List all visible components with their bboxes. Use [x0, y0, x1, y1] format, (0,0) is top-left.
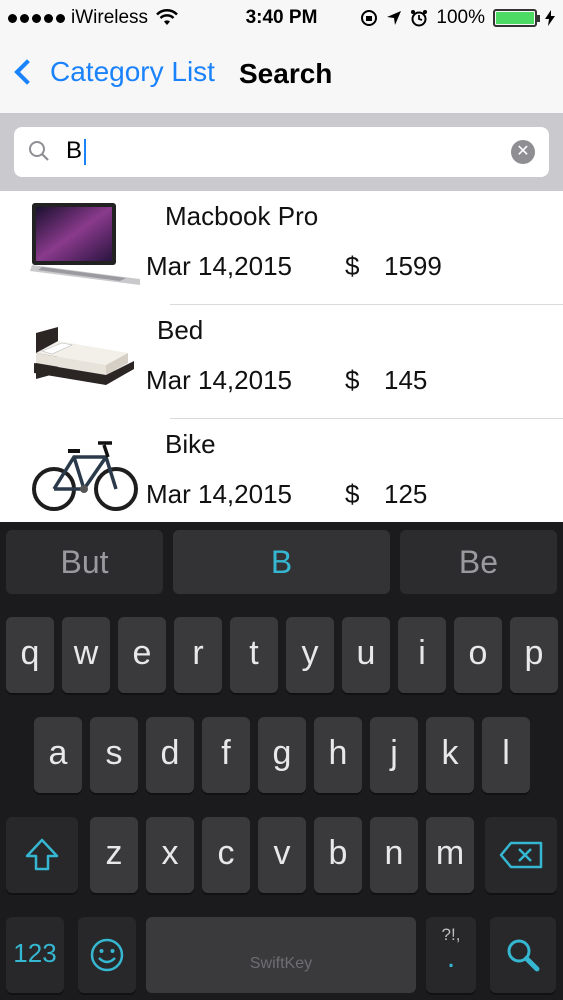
- item-date: Mar 14,2015: [146, 479, 292, 509]
- location-arrow-icon: [387, 11, 402, 25]
- item-price: 145: [384, 365, 428, 395]
- item-currency: $: [345, 251, 360, 281]
- search-icon: [29, 141, 49, 161]
- key-u[interactable]: u: [342, 617, 390, 693]
- battery-percent: 100%: [436, 7, 485, 28]
- text-caret: [84, 138, 87, 165]
- list-item[interactable]: Bed Mar 14,2015 $ 145: [0, 305, 563, 419]
- key-s[interactable]: s: [90, 717, 138, 793]
- item-price: 125: [384, 479, 428, 509]
- space-key[interactable]: SwiftKey: [146, 917, 416, 993]
- key-d[interactable]: d: [146, 717, 194, 793]
- key-e[interactable]: e: [118, 617, 166, 693]
- item-name: Bed: [157, 315, 204, 345]
- key-k[interactable]: k: [426, 717, 474, 793]
- suggestion-bar: But B Be: [0, 522, 563, 602]
- charging-bolt-icon: [545, 10, 555, 26]
- item-price: 1599: [384, 251, 442, 281]
- item-name: Macbook Pro: [165, 201, 319, 231]
- navigation-bar: Category List Search: [0, 38, 563, 114]
- punctuation-key[interactable]: ?!, .: [426, 917, 476, 993]
- backspace-key[interactable]: [485, 817, 557, 893]
- suggestion-right[interactable]: Be: [400, 530, 557, 594]
- back-button-label: Category List: [50, 56, 215, 87]
- list-item[interactable]: Macbook Pro Mar 14,2015 $ 1599: [0, 191, 563, 305]
- item-currency: $: [345, 479, 360, 509]
- key-n[interactable]: n: [370, 817, 418, 893]
- emoji-key[interactable]: [78, 917, 136, 993]
- period-label: .: [446, 941, 456, 974]
- item-date: Mar 14,2015: [146, 251, 292, 281]
- search-input[interactable]: B ✕: [14, 127, 549, 177]
- keyboard: But B Be q w e r t y u i o p a s d f g h…: [0, 522, 563, 1000]
- key-r[interactable]: r: [174, 617, 222, 693]
- battery-icon: [493, 9, 540, 27]
- search-query-text: B: [66, 137, 83, 164]
- shift-key[interactable]: [6, 817, 78, 893]
- item-date: Mar 14,2015: [146, 365, 292, 395]
- key-o[interactable]: o: [454, 617, 502, 693]
- suggestion-left[interactable]: But: [6, 530, 163, 594]
- clear-icon[interactable]: ✕: [511, 140, 535, 164]
- key-c[interactable]: c: [202, 817, 250, 893]
- page-title: Search: [239, 58, 333, 89]
- key-f[interactable]: f: [202, 717, 250, 793]
- key-z[interactable]: z: [90, 817, 138, 893]
- bed-image: [34, 327, 134, 385]
- laptop-image: [30, 203, 140, 285]
- key-i[interactable]: i: [398, 617, 446, 693]
- key-g[interactable]: g: [258, 717, 306, 793]
- item-name: Bike: [165, 429, 216, 459]
- swiftkey-logo: SwiftKey: [249, 955, 313, 972]
- key-m[interactable]: m: [426, 817, 474, 893]
- key-p[interactable]: p: [510, 617, 558, 693]
- key-x[interactable]: x: [146, 817, 194, 893]
- numbers-key[interactable]: 123: [6, 917, 64, 993]
- back-button[interactable]: Category List: [12, 56, 215, 88]
- key-v[interactable]: v: [258, 817, 306, 893]
- key-q[interactable]: q: [6, 617, 54, 693]
- search-icon: [507, 939, 540, 972]
- key-t[interactable]: t: [230, 617, 278, 693]
- bicycle-image: [32, 441, 138, 511]
- backspace-icon: [499, 841, 543, 869]
- search-results-list: Macbook Pro Mar 14,2015 $ 1599 Bed Mar 1…: [0, 191, 563, 522]
- shift-icon: [25, 838, 59, 871]
- key-l[interactable]: l: [482, 717, 530, 793]
- item-currency: $: [345, 365, 360, 395]
- suggestion-center[interactable]: B: [173, 530, 390, 594]
- key-j[interactable]: j: [370, 717, 418, 793]
- status-bar: iWireless 3:40 PM 100%: [0, 0, 563, 38]
- emoji-icon: [90, 938, 124, 972]
- search-key[interactable]: [490, 917, 556, 993]
- alarm-icon: [411, 10, 428, 27]
- key-h[interactable]: h: [314, 717, 362, 793]
- list-item[interactable]: Bike Mar 14,2015 $ 125: [0, 419, 563, 522]
- key-w[interactable]: w: [62, 617, 110, 693]
- chevron-left-icon: [14, 59, 40, 85]
- rotation-lock-icon: [361, 10, 378, 26]
- search-bar: B ✕: [0, 114, 563, 191]
- key-y[interactable]: y: [286, 617, 334, 693]
- key-b[interactable]: b: [314, 817, 362, 893]
- key-a[interactable]: a: [34, 717, 82, 793]
